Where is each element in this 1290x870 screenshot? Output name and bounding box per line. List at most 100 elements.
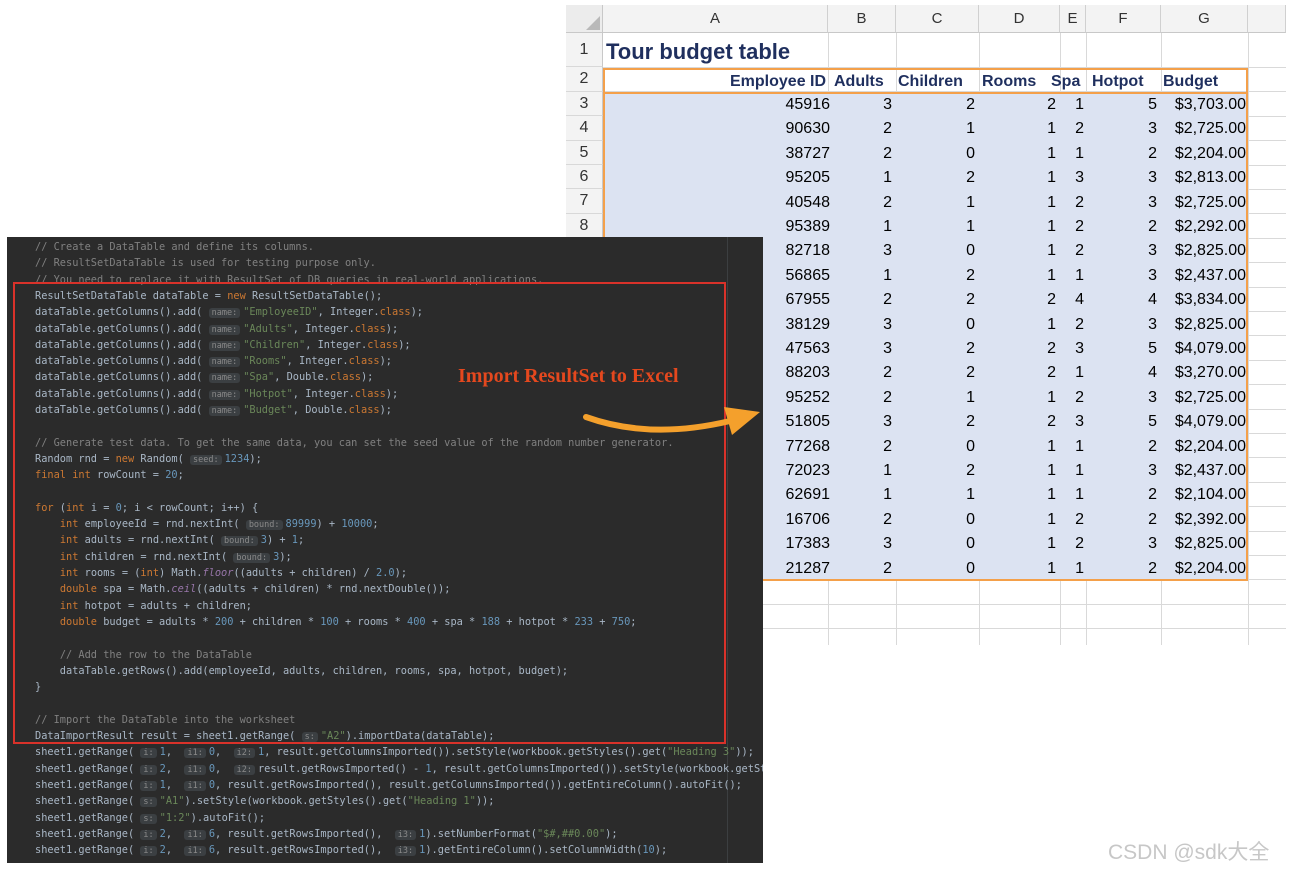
table-cell[interactable]: 2 <box>966 166 975 190</box>
table-cell[interactable]: 1 <box>1047 264 1056 288</box>
table-cell[interactable]: 1 <box>966 386 975 410</box>
column-header-c[interactable]: C <box>896 5 979 33</box>
table-cell[interactable]: 95389 <box>786 215 831 239</box>
table-cell[interactable]: 2 <box>1047 288 1056 312</box>
table-cell[interactable]: 17383 <box>786 532 831 556</box>
table-cell[interactable]: 1 <box>883 483 892 507</box>
table-cell[interactable]: 3 <box>883 313 892 337</box>
code-line[interactable]: sheet1.getRange( i: 1, i1: 0, i2: 1, result… <box>35 744 754 760</box>
table-cell[interactable]: $2,437.00 <box>1175 459 1246 483</box>
table-cell[interactable]: 72023 <box>786 459 831 483</box>
table-cell[interactable]: $4,079.00 <box>1175 410 1246 434</box>
table-cell[interactable]: 1 <box>1075 93 1084 117</box>
table-cell[interactable]: 2 <box>966 459 975 483</box>
table-cell[interactable]: 3 <box>1148 191 1157 215</box>
code-line[interactable]: // Create a DataTable and define its col… <box>35 239 314 255</box>
table-cell[interactable]: $3,270.00 <box>1175 361 1246 385</box>
table-cell[interactable]: 1 <box>883 264 892 288</box>
table-cell[interactable]: 0 <box>966 142 975 166</box>
table-cell[interactable]: 3 <box>883 239 892 263</box>
table-cell[interactable]: 51805 <box>786 410 831 434</box>
code-line[interactable]: sheet1.getRange( i: 2, i1: 6, result.getRo… <box>35 826 618 842</box>
table-cell[interactable]: 2 <box>883 191 892 215</box>
table-cell[interactable]: 0 <box>966 532 975 556</box>
table-cell[interactable]: 3 <box>883 532 892 556</box>
table-cell[interactable]: 0 <box>966 557 975 581</box>
table-cell[interactable]: $2,104.00 <box>1175 483 1246 507</box>
table-cell[interactable]: $2,825.00 <box>1175 239 1246 263</box>
code-line[interactable]: sheet1.getRange( i: 1, i1: 0, result.getRo… <box>35 777 742 793</box>
table-cell[interactable]: 1 <box>1047 508 1056 532</box>
table-cell[interactable]: 2 <box>1148 435 1157 459</box>
table-cell[interactable]: 1 <box>883 166 892 190</box>
table-cell[interactable]: 2 <box>1047 410 1056 434</box>
table-cell[interactable]: 0 <box>966 508 975 532</box>
table-cell[interactable]: 47563 <box>786 337 831 361</box>
table-cell[interactable]: 2 <box>1075 215 1084 239</box>
table-cell[interactable]: 3 <box>1075 410 1084 434</box>
table-cell[interactable]: 2 <box>1148 142 1157 166</box>
column-header-empty[interactable] <box>1248 5 1286 33</box>
table-cell[interactable]: 2 <box>1075 508 1084 532</box>
table-cell[interactable]: 1 <box>1047 557 1056 581</box>
table-cell[interactable]: 1 <box>1047 117 1056 141</box>
table-cell[interactable]: $2,392.00 <box>1175 508 1246 532</box>
table-cell[interactable]: 0 <box>966 313 975 337</box>
table-cell[interactable]: 1 <box>1047 386 1056 410</box>
table-cell[interactable]: 1 <box>883 459 892 483</box>
table-cell[interactable]: 1 <box>966 117 975 141</box>
table-cell[interactable]: 88203 <box>786 361 831 385</box>
column-header-d[interactable]: D <box>979 5 1060 33</box>
header-cell-rooms[interactable]: Rooms <box>982 71 1036 93</box>
table-cell[interactable]: 2 <box>883 508 892 532</box>
table-cell[interactable]: 2 <box>1148 215 1157 239</box>
header-cell-hotpot[interactable]: Hotpot <box>1092 71 1144 93</box>
table-cell[interactable]: 1 <box>1075 459 1084 483</box>
table-cell[interactable]: 3 <box>1148 239 1157 263</box>
table-cell[interactable]: 2 <box>1075 313 1084 337</box>
table-cell[interactable]: $2,204.00 <box>1175 142 1246 166</box>
table-cell[interactable]: 3 <box>1075 166 1084 190</box>
table-cell[interactable]: 1 <box>1047 191 1056 215</box>
table-cell[interactable]: 5 <box>1148 93 1157 117</box>
table-cell[interactable]: 95205 <box>786 166 831 190</box>
table-cell[interactable]: $2,813.00 <box>1175 166 1246 190</box>
code-line[interactable]: sheet1.getRange( s: "1:2").autoFit(); <box>35 810 265 826</box>
table-cell[interactable]: 2 <box>966 288 975 312</box>
table-cell[interactable]: 4 <box>1075 288 1084 312</box>
code-line[interactable]: sheet1.getRange( i: 2, i1: 6, result.getRo… <box>35 842 667 858</box>
code-line[interactable]: sheet1.getRange( i: 2, i1: 0, i2: result.ge… <box>35 761 763 777</box>
table-cell[interactable]: 3 <box>1148 264 1157 288</box>
table-cell[interactable]: 1 <box>1047 239 1056 263</box>
table-cell[interactable]: 1 <box>1047 435 1056 459</box>
table-cell[interactable]: $2,825.00 <box>1175 532 1246 556</box>
table-cell[interactable]: 90630 <box>786 117 831 141</box>
header-cell-children[interactable]: Children <box>898 71 963 93</box>
table-cell[interactable]: 3 <box>1148 459 1157 483</box>
table-cell[interactable]: 3 <box>1148 532 1157 556</box>
table-cell[interactable]: 5 <box>1148 337 1157 361</box>
table-cell[interactable]: 3 <box>883 337 892 361</box>
table-cell[interactable]: 1 <box>1047 166 1056 190</box>
table-cell[interactable]: 3 <box>883 93 892 117</box>
table-cell[interactable]: 2 <box>1148 508 1157 532</box>
column-header-g[interactable]: G <box>1161 5 1248 33</box>
table-cell[interactable]: 82718 <box>786 239 831 263</box>
table-cell[interactable]: 2 <box>883 142 892 166</box>
table-cell[interactable]: 16706 <box>786 508 831 532</box>
table-cell[interactable]: 2 <box>1075 191 1084 215</box>
table-cell[interactable]: 4 <box>1148 361 1157 385</box>
table-cell[interactable]: $2,437.00 <box>1175 264 1246 288</box>
table-cell[interactable]: 5 <box>1148 410 1157 434</box>
table-cell[interactable]: 1 <box>1047 532 1056 556</box>
table-cell[interactable]: 1 <box>1047 215 1056 239</box>
table-cell[interactable]: 3 <box>1148 166 1157 190</box>
row-header-4[interactable]: 4 <box>566 116 603 141</box>
table-cell[interactable]: 0 <box>966 435 975 459</box>
table-cell[interactable]: 40548 <box>786 191 831 215</box>
table-cell[interactable]: 38727 <box>786 142 831 166</box>
column-header-b[interactable]: B <box>828 5 896 33</box>
header-cell-spa[interactable]: Spa <box>1051 71 1080 93</box>
column-header-f[interactable]: F <box>1086 5 1161 33</box>
table-cell[interactable]: 2 <box>883 288 892 312</box>
